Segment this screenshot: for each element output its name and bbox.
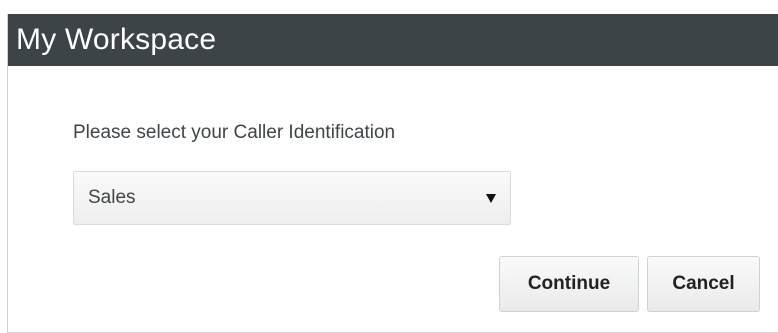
caller-id-select[interactable]: Sales bbox=[73, 171, 511, 225]
chevron-down-icon bbox=[486, 193, 496, 203]
dialog-body: Please select your Caller Identification… bbox=[8, 66, 778, 333]
caller-id-selected-value: Sales bbox=[88, 187, 136, 208]
workspace-dialog: My Workspace Please select your Caller I… bbox=[7, 14, 778, 333]
caller-id-prompt: Please select your Caller Identification bbox=[73, 122, 396, 143]
dialog-titlebar: My Workspace bbox=[8, 14, 778, 66]
continue-button[interactable]: Continue bbox=[499, 256, 639, 312]
cancel-button[interactable]: Cancel bbox=[647, 256, 760, 312]
dialog-title: My Workspace bbox=[16, 23, 217, 56]
